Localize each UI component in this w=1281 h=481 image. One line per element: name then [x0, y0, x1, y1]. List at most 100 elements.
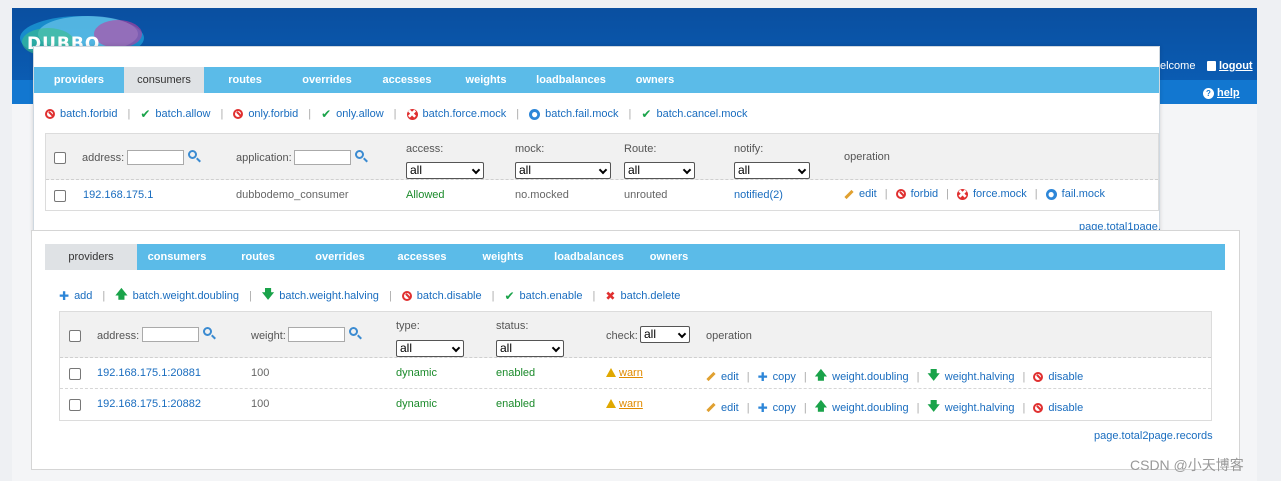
copy-button[interactable]: ✚ copy — [758, 370, 796, 384]
address-filter-input[interactable] — [142, 327, 199, 342]
disable-button[interactable]: disable — [1033, 371, 1083, 383]
application-filter-input[interactable] — [294, 150, 351, 165]
forbid-button[interactable]: forbid — [895, 188, 938, 200]
weight-doubling-button[interactable]: 🡅 weight.doubling — [815, 366, 909, 387]
notify-filter-value: all — [738, 163, 751, 177]
row-checkbox[interactable] — [69, 368, 81, 380]
batch-fail-mock-button[interactable]: ● batch.fail.mock — [529, 108, 619, 120]
check-filter-value: all — [644, 327, 657, 341]
tab-loadbalances[interactable]: loadbalances — [526, 67, 616, 93]
providers-page-info[interactable]: page.total2page.records — [1094, 430, 1213, 442]
provider-weight: 100 — [251, 398, 270, 410]
separator: | — [491, 289, 495, 302]
batch-weight-halving-label: batch.weight.halving — [279, 289, 379, 302]
add-button[interactable]: ✚ add — [59, 289, 92, 303]
weight-halving-button[interactable]: 🡇 weight.halving — [927, 397, 1014, 418]
edit-label: edit — [721, 370, 739, 383]
batch-disable-button[interactable]: batch.disable — [401, 290, 482, 302]
warn-link[interactable]: warn — [619, 398, 643, 410]
consumer-access: Allowed — [406, 189, 445, 201]
delete-icon: ✖ — [605, 288, 616, 303]
separator: | — [1022, 370, 1026, 383]
tab-consumers[interactable]: consumers — [137, 244, 217, 270]
type-filter-select[interactable]: all — [396, 340, 464, 357]
weight-doubling-button[interactable]: 🡅 weight.doubling — [815, 397, 909, 418]
edit-button[interactable]: edit — [844, 188, 877, 200]
tab-weights[interactable]: weights — [463, 244, 543, 270]
tab-accesses[interactable]: accesses — [368, 67, 446, 93]
fail-mock-button[interactable]: ● fail.mock — [1045, 188, 1105, 200]
select-all-checkbox[interactable] — [54, 152, 66, 164]
tab-routes[interactable]: routes — [217, 244, 299, 270]
tab-routes[interactable]: routes — [204, 67, 286, 93]
provider-check[interactable]: warn — [606, 398, 643, 410]
row-checkbox[interactable] — [69, 399, 81, 411]
search-icon[interactable] — [349, 327, 358, 336]
check-filter-select[interactable]: all — [640, 326, 690, 343]
batch-delete-button[interactable]: ✖ batch.delete — [605, 289, 680, 303]
route-filter-select[interactable]: all — [624, 162, 695, 179]
table-row: 192.168.175.1:20882 100 dynamic enabled … — [60, 389, 1211, 420]
weight-halving-button[interactable]: 🡇 weight.halving — [927, 366, 1014, 387]
only-forbid-button[interactable]: only.forbid — [233, 108, 298, 120]
tab-owners[interactable]: owners — [616, 67, 694, 93]
consumer-address-link[interactable]: 192.168.175.1 — [83, 189, 153, 201]
warn-link[interactable]: warn — [619, 367, 643, 379]
provider-address-link[interactable]: 192.168.175.1:20881 — [97, 367, 201, 379]
tab-owners[interactable]: owners — [635, 244, 703, 270]
tab-overrides[interactable]: overrides — [286, 67, 368, 93]
provider-status: enabled — [496, 367, 536, 379]
batch-weight-doubling-button[interactable]: 🡅 batch.weight.doubling — [115, 285, 239, 306]
batch-weight-halving-button[interactable]: 🡇 batch.weight.halving — [262, 285, 379, 306]
tab-accesses[interactable]: accesses — [381, 244, 463, 270]
search-icon[interactable] — [355, 150, 364, 159]
select-all-checkbox[interactable] — [69, 330, 81, 342]
mock-filter-select[interactable]: all — [515, 162, 611, 179]
consumers-tab-bar: providers consumers routes overrides acc… — [34, 67, 1159, 93]
tab-weights[interactable]: weights — [446, 67, 526, 93]
check-icon: ✔ — [140, 107, 151, 121]
address-filter-input[interactable] — [127, 150, 184, 165]
help-link[interactable]: ? help — [1203, 87, 1240, 99]
logout-link[interactable]: logout — [1207, 60, 1253, 72]
search-icon[interactable] — [188, 150, 197, 159]
force-mock-button[interactable]: ✖ force.mock — [957, 188, 1027, 200]
consumer-notify-link[interactable]: notified(2) — [734, 189, 783, 201]
separator: | — [746, 370, 750, 383]
tab-consumers[interactable]: consumers — [124, 67, 204, 93]
weight-filter-input[interactable] — [288, 327, 345, 342]
notify-filter-select[interactable]: all — [734, 162, 810, 179]
disable-button[interactable]: disable — [1033, 402, 1083, 414]
separator: | — [592, 289, 596, 302]
consumers-table-header: address: application: access: all mock: … — [46, 134, 1158, 180]
batch-enable-button[interactable]: ✔ batch.enable — [504, 289, 582, 303]
only-allow-button[interactable]: ✔ only.allow — [321, 107, 384, 121]
edit-button[interactable]: edit — [706, 371, 739, 383]
tab-providers[interactable]: providers — [45, 244, 137, 270]
force-mock-icon: ✖ — [957, 186, 968, 201]
provider-check[interactable]: warn — [606, 367, 643, 379]
edit-button[interactable]: edit — [706, 402, 739, 414]
access-filter-select[interactable]: all — [406, 162, 484, 179]
copy-label: copy — [772, 370, 796, 383]
batch-allow-button[interactable]: ✔ batch.allow — [140, 107, 210, 121]
copy-button[interactable]: ✚ copy — [758, 401, 796, 415]
edit-label: edit — [721, 401, 739, 414]
chevron-down-icon — [677, 329, 687, 339]
status-filter-select[interactable]: all — [496, 340, 564, 357]
batch-fail-mock-label: batch.fail.mock — [545, 108, 619, 120]
search-icon[interactable] — [203, 327, 212, 336]
separator: | — [628, 108, 632, 120]
provider-address-link[interactable]: 192.168.175.1:20882 — [97, 398, 201, 410]
notify-filter-label: notify: — [734, 143, 764, 155]
tab-providers[interactable]: providers — [34, 67, 124, 93]
batch-force-mock-button[interactable]: ✖ batch.force.mock — [406, 108, 506, 120]
batch-cancel-mock-button[interactable]: ✔ batch.cancel.mock — [641, 107, 747, 121]
chevron-down-icon — [551, 343, 561, 353]
tab-loadbalances[interactable]: loadbalances — [543, 244, 635, 270]
provider-type: dynamic — [396, 398, 437, 410]
tab-overrides[interactable]: overrides — [299, 244, 381, 270]
row-checkbox[interactable] — [54, 190, 66, 202]
batch-forbid-button[interactable]: batch.forbid — [45, 108, 117, 120]
arrow-down-icon: 🡇 — [927, 399, 940, 413]
